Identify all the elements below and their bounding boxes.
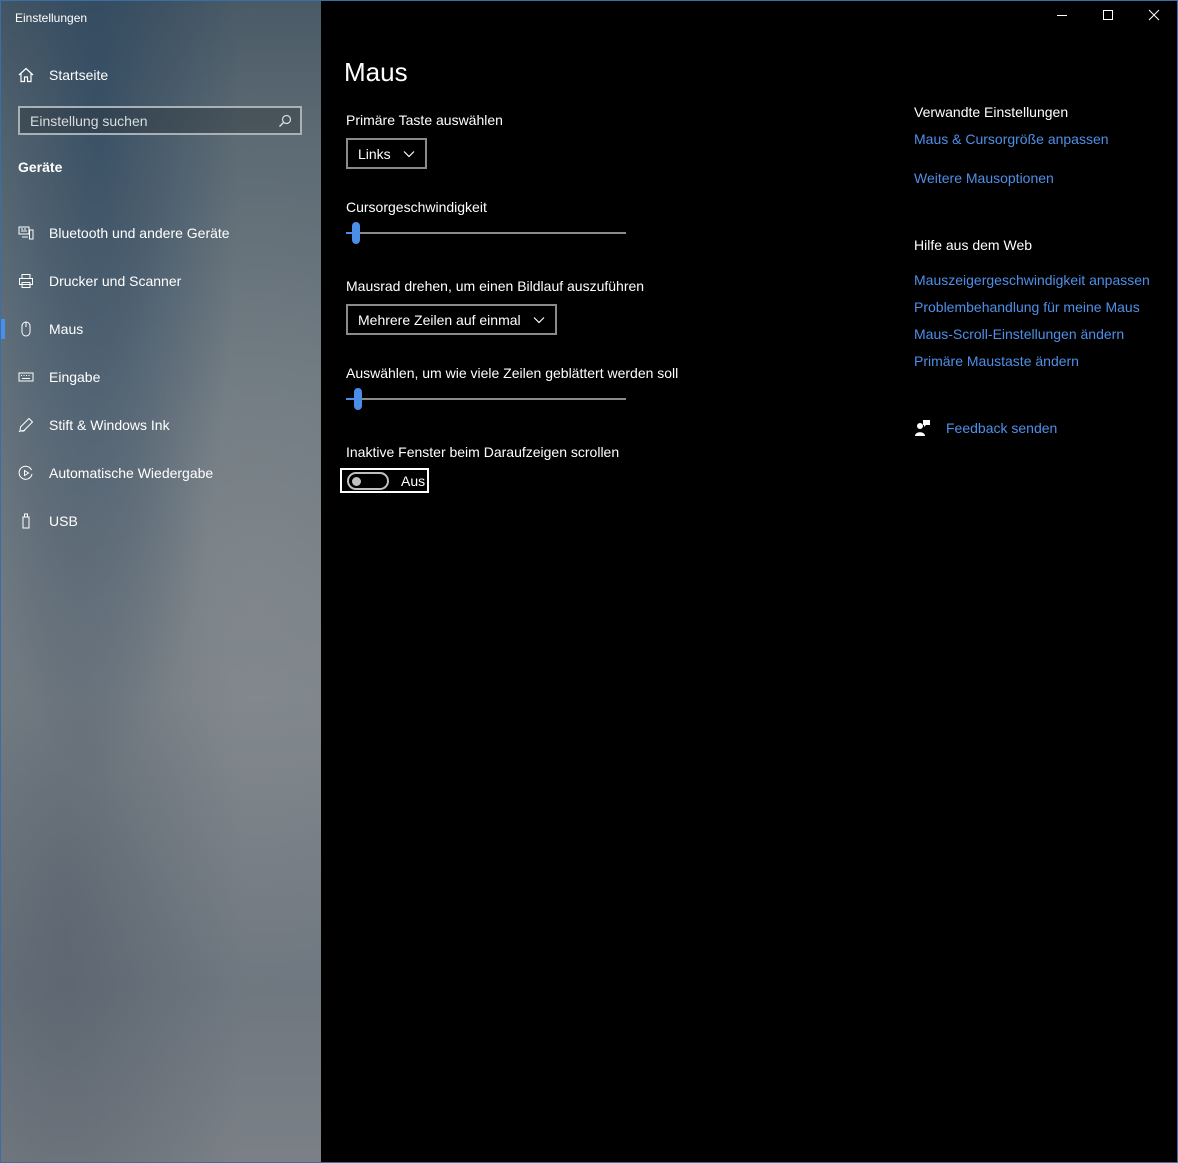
maximize-button[interactable] — [1085, 1, 1131, 33]
dropdown-value: Links — [358, 145, 391, 162]
sidebar-item-autoplay[interactable]: Automatische Wiedergabe — [1, 449, 321, 497]
slider-track — [346, 398, 626, 400]
keyboard-icon — [18, 369, 34, 385]
autoplay-icon — [18, 465, 34, 481]
home-link[interactable]: Startseite — [17, 63, 108, 87]
sidebar-item-usb[interactable]: USB — [1, 497, 321, 545]
minimize-icon — [1056, 8, 1068, 26]
app-title: Einstellungen — [15, 11, 88, 25]
toggle-switch[interactable] — [347, 471, 389, 490]
scroll-lines-slider[interactable] — [346, 388, 626, 410]
dropdown-value: Mehrere Zeilen auf einmal — [358, 311, 521, 328]
scroll-mode-dropdown[interactable]: Mehrere Zeilen auf einmal — [346, 304, 557, 335]
mouse-icon — [18, 321, 34, 337]
slider-fill — [346, 398, 355, 400]
section-title: Geräte — [18, 159, 63, 175]
web-help-heading: Hilfe aus dem Web — [914, 237, 1033, 253]
slider-thumb[interactable] — [351, 222, 360, 244]
usb-icon — [18, 513, 34, 529]
close-icon — [1148, 8, 1160, 26]
sidebar-item-label: Stift & Windows Ink — [49, 417, 170, 433]
close-button[interactable] — [1131, 1, 1177, 33]
cursor-speed-slider[interactable] — [346, 222, 626, 244]
feedback-label: Feedback senden — [946, 420, 1058, 436]
related-settings-heading: Verwandte Einstellungen — [914, 104, 1069, 120]
scroll-mode-label: Mausrad drehen, um einen Bildlauf auszuf… — [346, 278, 645, 294]
feedback-button[interactable]: Feedback senden — [914, 419, 1057, 437]
chevron-down-icon — [403, 150, 415, 158]
caption-buttons — [1039, 1, 1177, 33]
link-primary-button[interactable]: Primäre Maustaste ändern — [914, 353, 1079, 369]
slider-fill — [346, 232, 352, 234]
link-cursor-size[interactable]: Maus & Cursorgröße anpassen — [914, 131, 1109, 147]
chevron-down-icon — [533, 316, 545, 324]
sidebar-nav: Bluetooth und andere Geräte Drucker und … — [1, 209, 321, 545]
link-pointer-speed[interactable]: Mauszeigergeschwindigkeit anpassen — [914, 272, 1150, 288]
pen-icon — [18, 417, 34, 433]
home-icon — [17, 66, 35, 84]
toggle-knob — [352, 476, 361, 486]
page-title: Maus — [344, 57, 408, 87]
inactive-scroll-toggle[interactable]: Aus — [340, 468, 429, 493]
sidebar-item-label: Drucker und Scanner — [49, 273, 182, 289]
link-scroll-settings[interactable]: Maus-Scroll-Einstellungen ändern — [914, 326, 1124, 342]
sidebar-item-mouse[interactable]: Maus — [1, 305, 321, 353]
printer-icon — [18, 273, 34, 289]
sidebar-item-bluetooth[interactable]: Bluetooth und andere Geräte — [1, 209, 321, 257]
sidebar-item-pen[interactable]: Stift & Windows Ink — [1, 401, 321, 449]
cursor-speed-label: Cursorgeschwindigkeit — [346, 199, 487, 215]
slider-thumb[interactable] — [354, 388, 363, 410]
sidebar-item-label: Eingabe — [49, 369, 101, 385]
bluetooth-devices-icon — [18, 225, 34, 241]
main-content: Maus Primäre Taste auswählen Links Curso… — [321, 1, 1177, 1162]
search-box[interactable] — [18, 106, 302, 135]
search-input[interactable] — [20, 111, 278, 130]
sidebar-item-printers[interactable]: Drucker und Scanner — [1, 257, 321, 305]
sidebar-item-label: Bluetooth und andere Geräte — [49, 225, 230, 241]
sidebar-item-typing[interactable]: Eingabe — [1, 353, 321, 401]
scroll-lines-label: Auswählen, um wie viele Zeilen geblätter… — [346, 365, 679, 381]
toggle-state: Aus — [401, 472, 426, 489]
slider-track — [346, 232, 626, 234]
sidebar-item-label: Automatische Wiedergabe — [49, 465, 214, 481]
sidebar-item-label: Maus — [49, 321, 84, 337]
minimize-button[interactable] — [1039, 1, 1085, 33]
inactive-scroll-label: Inaktive Fenster beim Daraufzeigen scrol… — [346, 444, 620, 460]
feedback-icon — [914, 419, 932, 437]
home-label: Startseite — [49, 67, 109, 83]
link-mouse-troubleshoot[interactable]: Problembehandlung für meine Maus — [914, 299, 1140, 315]
link-more-mouse-options[interactable]: Weitere Mausoptionen — [914, 170, 1054, 186]
primary-button-label: Primäre Taste auswählen — [346, 112, 503, 128]
search-icon[interactable] — [278, 114, 292, 128]
sidebar: Einstellungen Startseite Geräte Bluetoot… — [1, 1, 321, 1162]
settings-window: Einstellungen Startseite Geräte Bluetoot… — [0, 0, 1178, 1163]
sidebar-item-label: USB — [49, 513, 78, 529]
maximize-icon — [1102, 8, 1114, 26]
primary-button-dropdown[interactable]: Links — [346, 138, 427, 169]
